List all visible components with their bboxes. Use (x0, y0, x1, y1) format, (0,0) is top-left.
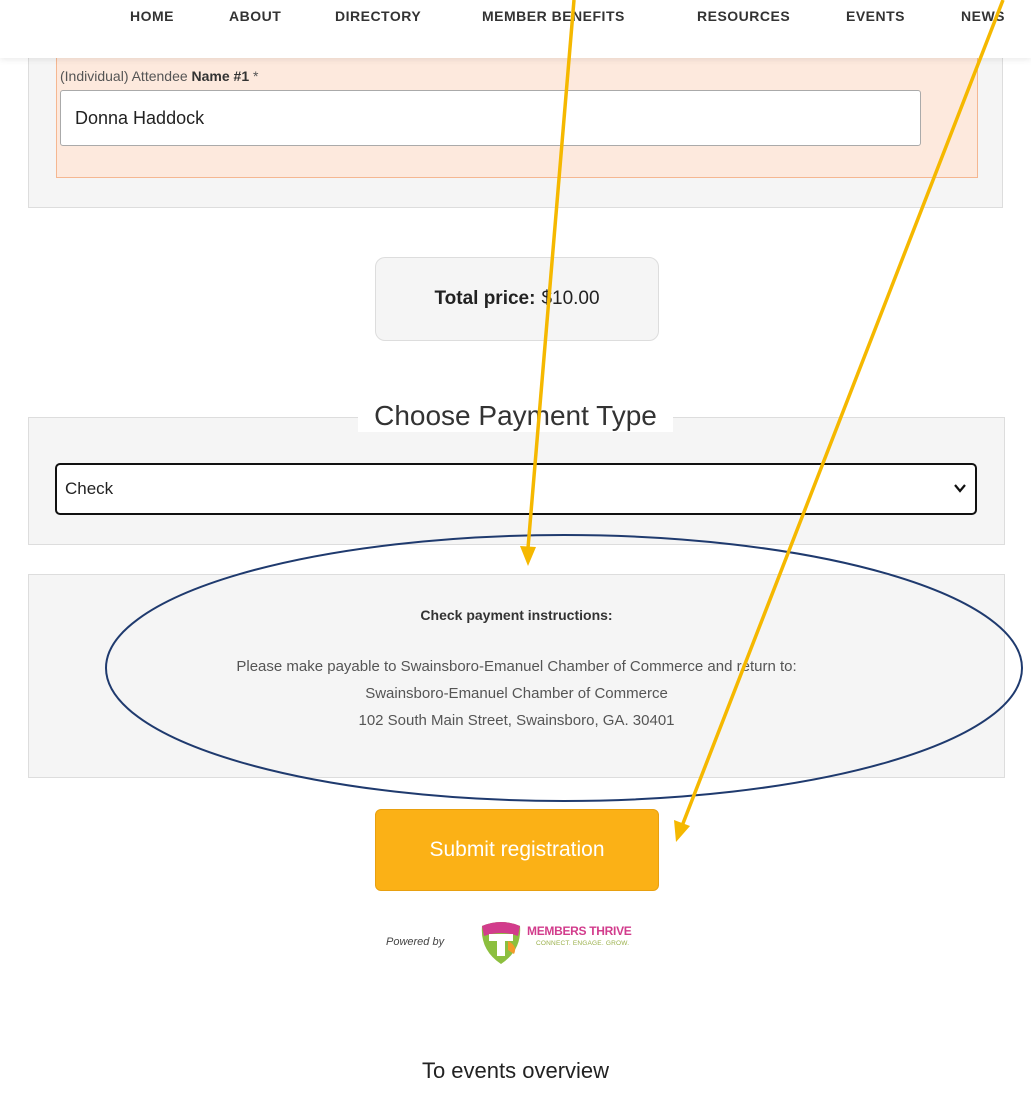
nav-events[interactable]: EVENTS (846, 8, 905, 24)
check-instructions-box: Check payment instructions: Please make … (28, 574, 1005, 778)
to-events-overview-link[interactable]: To events overview (0, 1058, 1031, 1084)
members-thrive-logo-icon (481, 922, 521, 964)
nav-resources[interactable]: RESOURCES (697, 8, 790, 24)
attendee-label-required: * (249, 68, 259, 84)
nav-directory[interactable]: DIRECTORY (335, 8, 421, 24)
attendee-name-input[interactable] (60, 90, 921, 146)
check-instructions-line1: Please make payable to Swainsboro-Emanue… (236, 658, 797, 675)
nav-news[interactable]: NEWS (961, 8, 1005, 24)
check-instructions-line3: 102 South Main Street, Swainsboro, GA. 3… (358, 712, 675, 729)
payment-type-select[interactable]: Check (55, 463, 977, 515)
attendee-section: (Individual) Attendee Name #1 * (28, 50, 1003, 208)
attendee-label-bold: Name #1 (191, 68, 250, 84)
attendee-name-label: (Individual) Attendee Name #1 * (60, 68, 258, 84)
check-instructions-title: Check payment instructions: (420, 607, 613, 623)
top-navigation: HOME ABOUT DIRECTORY MEMBER BENEFITS RES… (0, 0, 1031, 58)
nav-member-benefits[interactable]: MEMBER BENEFITS (482, 8, 625, 24)
attendee-label-prefix: (Individual) Attendee (60, 68, 192, 84)
payment-type-selected: Check (65, 479, 114, 498)
members-thrive-brand: MEMBERS THRIVE (527, 924, 632, 938)
nav-home[interactable]: HOME (130, 8, 174, 24)
payment-type-title: Choose Payment Type (0, 400, 1031, 432)
total-price-box: Total price: $10.00 (375, 257, 659, 341)
total-price-amount: $10.00 (541, 288, 600, 309)
submit-registration-button[interactable]: Submit registration (375, 809, 659, 891)
members-thrive-tagline: CONNECT. ENGAGE. GROW. (536, 940, 630, 947)
powered-by-text: Powered by (386, 936, 445, 948)
total-price-label: Total price: (434, 288, 536, 309)
check-instructions-line2: Swainsboro-Emanuel Chamber of Commerce (365, 685, 668, 702)
chevron-down-icon (954, 484, 966, 493)
nav-about[interactable]: ABOUT (229, 8, 281, 24)
attendee-box: (Individual) Attendee Name #1 * (56, 51, 978, 178)
payment-type-title-text: Choose Payment Type (358, 400, 673, 432)
